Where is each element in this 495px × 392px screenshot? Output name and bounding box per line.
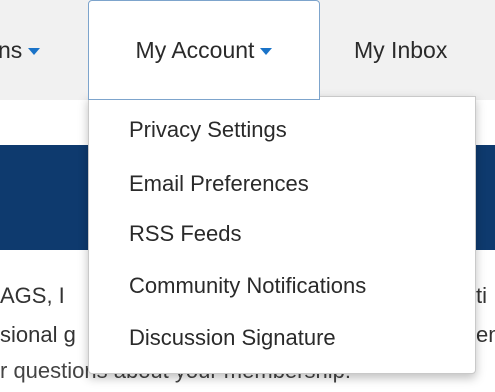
top-nav-bar: ns My Account My Inbox — [0, 0, 495, 100]
menu-item-email-preferences[interactable]: Email Preferences — [129, 171, 309, 197]
body-text-fragment: ti — [476, 283, 487, 308]
body-text-line: AGS, I — [0, 283, 65, 308]
chevron-down-icon — [260, 48, 273, 55]
menu-item-privacy-settings[interactable]: Privacy Settings — [129, 117, 287, 143]
nav-item-my-account-label: My Account — [135, 36, 255, 63]
body-text-line: sional g — [0, 322, 76, 347]
nav-item-previous-label: ns — [0, 36, 23, 63]
chevron-down-icon — [28, 48, 41, 55]
body-text-fragment: em — [476, 322, 495, 347]
nav-item-my-inbox-label: My Inbox — [354, 36, 448, 63]
my-account-dropdown-menu: Privacy Settings Email Preferences RSS F… — [88, 96, 476, 374]
menu-item-community-notifications[interactable]: Community Notifications — [129, 273, 366, 299]
nav-item-my-inbox[interactable]: My Inbox — [340, 0, 495, 100]
nav-item-my-account[interactable]: My Account — [88, 0, 320, 100]
menu-item-discussion-signature[interactable]: Discussion Signature — [129, 325, 336, 351]
nav-item-previous[interactable]: ns — [0, 0, 88, 100]
menu-item-rss-feeds[interactable]: RSS Feeds — [129, 221, 242, 247]
